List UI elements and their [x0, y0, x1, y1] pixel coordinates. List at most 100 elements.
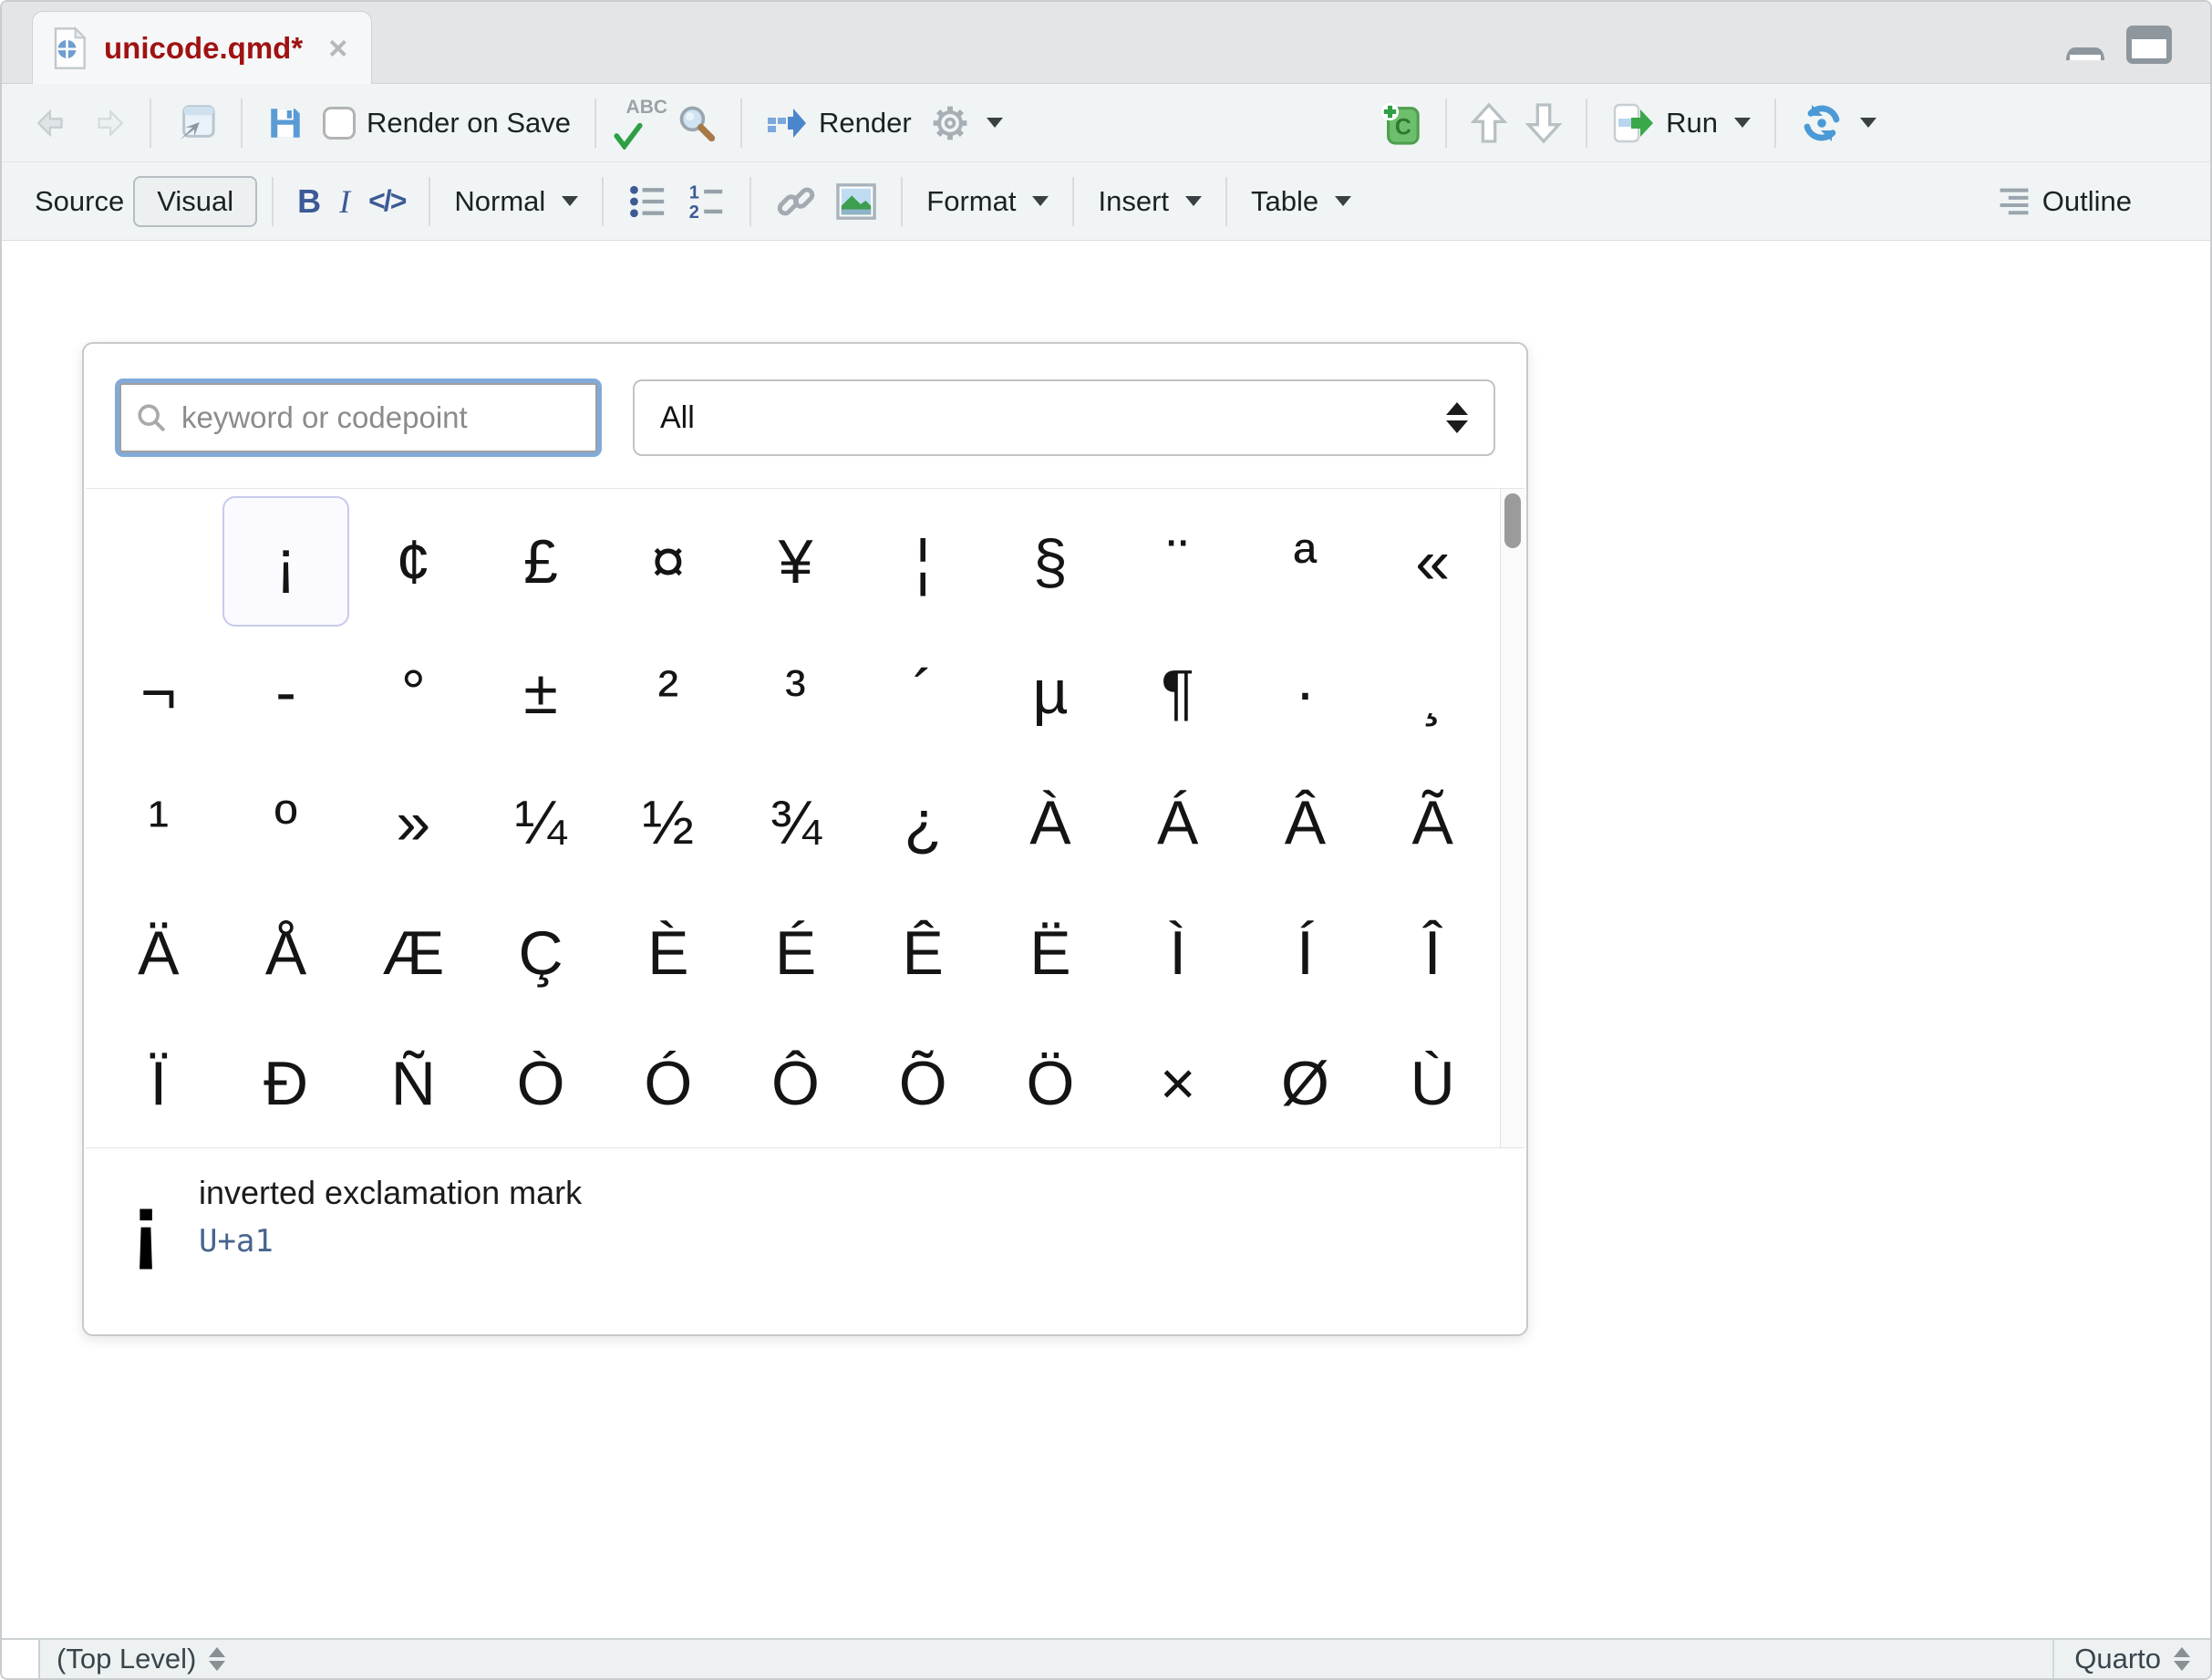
char-cell[interactable]: ½ [605, 757, 732, 887]
char-cell[interactable]: Æ [349, 887, 477, 1018]
bold-button[interactable]: B [288, 182, 330, 221]
char-cell[interactable]: ¡ [222, 496, 350, 627]
editor-canvas[interactable]: All ¡¢£¤¥¦§¨ª«¬-°±²³´µ¶·¸¹º»¼½¾¿ÀÁÂÃÄÅÆÇ… [2, 241, 2210, 1642]
char-cell[interactable]: Ô [732, 1018, 860, 1148]
tab-close-icon[interactable]: × [328, 32, 347, 65]
char-cell[interactable]: ¹ [95, 757, 222, 887]
maximize-pane-icon[interactable] [2126, 26, 2172, 64]
search-input[interactable] [181, 400, 564, 435]
chevron-down-icon [1032, 196, 1049, 206]
char-cell[interactable]: º [222, 757, 350, 887]
char-cell[interactable]: Ä [95, 887, 222, 1018]
char-cell[interactable]: × [1114, 1018, 1242, 1148]
char-cell[interactable]: £ [477, 496, 605, 627]
render-button[interactable]: Render [757, 105, 921, 141]
save-button[interactable] [257, 104, 314, 142]
forward-button[interactable] [80, 106, 135, 140]
char-cell[interactable]: È [605, 887, 732, 1018]
code-button[interactable]: </> [359, 184, 414, 218]
outline-toggle[interactable]: Outline [1988, 185, 2141, 218]
char-cell[interactable]: Ã [1369, 757, 1496, 887]
char-cell[interactable]: ² [605, 627, 732, 757]
char-cell[interactable]: · [1242, 627, 1370, 757]
italic-button[interactable]: I [330, 182, 359, 221]
char-cell[interactable]: ª [1242, 496, 1370, 627]
previous-chunk-button[interactable] [1462, 101, 1516, 145]
format-menu[interactable]: Format [917, 185, 1058, 218]
numbered-list-button[interactable]: 1 2 [677, 183, 735, 220]
scrollbar-track[interactable] [1500, 489, 1525, 1147]
char-cell[interactable]: ¢ [349, 496, 477, 627]
char-cell[interactable]: ¤ [605, 496, 732, 627]
char-cell[interactable]: Ù [1369, 1018, 1496, 1148]
char-cell[interactable]: Ø [1242, 1018, 1370, 1148]
char-cell[interactable]: Ò [477, 1018, 605, 1148]
char-cell[interactable]: Â [1242, 757, 1370, 887]
char-cell[interactable]: » [349, 757, 477, 887]
char-cell[interactable]: ° [349, 627, 477, 757]
char-cell[interactable]: Ð [222, 1018, 350, 1148]
char-cell[interactable]: Ó [605, 1018, 732, 1148]
char-cell[interactable]: Ï [95, 1018, 222, 1148]
char-cell[interactable]: Í [1242, 887, 1370, 1018]
char-cell[interactable]: ¨ [1114, 496, 1242, 627]
pane-controls [2062, 26, 2172, 64]
char-cell[interactable]: Ì [1114, 887, 1242, 1018]
char-cell[interactable]: ¦ [859, 496, 987, 627]
preview-glyph: ¡ [131, 1187, 160, 1265]
symbol-category-select[interactable]: All [633, 379, 1495, 456]
run-button[interactable]: Run [1602, 102, 1760, 144]
char-cell[interactable]: ± [477, 627, 605, 757]
char-cell[interactable]: ¸ [1369, 627, 1496, 757]
char-cell[interactable]: Á [1114, 757, 1242, 887]
char-cell[interactable]: ³ [732, 627, 860, 757]
open-in-new-window-button[interactable] [166, 103, 226, 143]
image-button[interactable] [826, 182, 886, 221]
table-menu[interactable]: Table [1242, 185, 1360, 218]
next-chunk-button[interactable] [1516, 101, 1571, 145]
char-cell[interactable]: ¿ [859, 757, 987, 887]
visual-mode-button[interactable]: Visual [133, 176, 257, 227]
source-mode-button[interactable]: Source [26, 185, 133, 218]
char-cell[interactable]: Ö [987, 1018, 1114, 1148]
char-cell[interactable]: ¾ [732, 757, 860, 887]
char-cell[interactable]: Õ [859, 1018, 987, 1148]
char-cell[interactable]: Ñ [349, 1018, 477, 1148]
char-cell[interactable]: Ç [477, 887, 605, 1018]
char-cell[interactable] [95, 496, 222, 627]
source-document-button[interactable] [1791, 102, 1886, 144]
spellcheck-button[interactable]: ABC [611, 97, 667, 150]
link-button[interactable] [766, 182, 826, 221]
selected-category: All [660, 400, 695, 436]
minimize-pane-icon[interactable] [2062, 44, 2108, 64]
char-cell[interactable]: ¼ [477, 757, 605, 887]
char-cell[interactable]: ¥ [732, 496, 860, 627]
char-cell[interactable]: Î [1369, 887, 1496, 1018]
bullet-list-button[interactable] [618, 183, 677, 220]
char-cell[interactable]: § [987, 496, 1114, 627]
char-cell[interactable]: À [987, 757, 1114, 887]
back-button[interactable] [26, 106, 80, 140]
insert-chunk-button[interactable]: C [1370, 101, 1431, 145]
char-cell[interactable]: Ê [859, 887, 987, 1018]
render-options-button[interactable] [921, 103, 1012, 143]
checkbox-box[interactable] [323, 107, 356, 140]
find-replace-button[interactable] [667, 103, 726, 143]
render-on-save-checkbox[interactable]: Render on Save [314, 107, 580, 140]
char-cell[interactable]: ´ [859, 627, 987, 757]
scrollbar-thumb[interactable] [1504, 493, 1521, 548]
char-cell[interactable]: « [1369, 496, 1496, 627]
char-cell[interactable]: µ [987, 627, 1114, 757]
char-cell[interactable]: ¬ [95, 627, 222, 757]
char-cell[interactable]: ¶ [1114, 627, 1242, 757]
scope-selector[interactable]: (Top Level) [40, 1643, 225, 1675]
select-arrows-icon [1446, 402, 1468, 433]
paragraph-style-dropdown[interactable]: Normal [445, 185, 587, 218]
char-cell[interactable]: - [222, 627, 350, 757]
filetype-selector[interactable]: Quarto [2052, 1640, 2210, 1678]
char-cell[interactable]: Å [222, 887, 350, 1018]
insert-menu[interactable]: Insert [1089, 185, 1211, 218]
tab-unicode-qmd[interactable]: unicode.qmd* × [32, 11, 372, 84]
char-cell[interactable]: É [732, 887, 860, 1018]
char-cell[interactable]: Ë [987, 887, 1114, 1018]
